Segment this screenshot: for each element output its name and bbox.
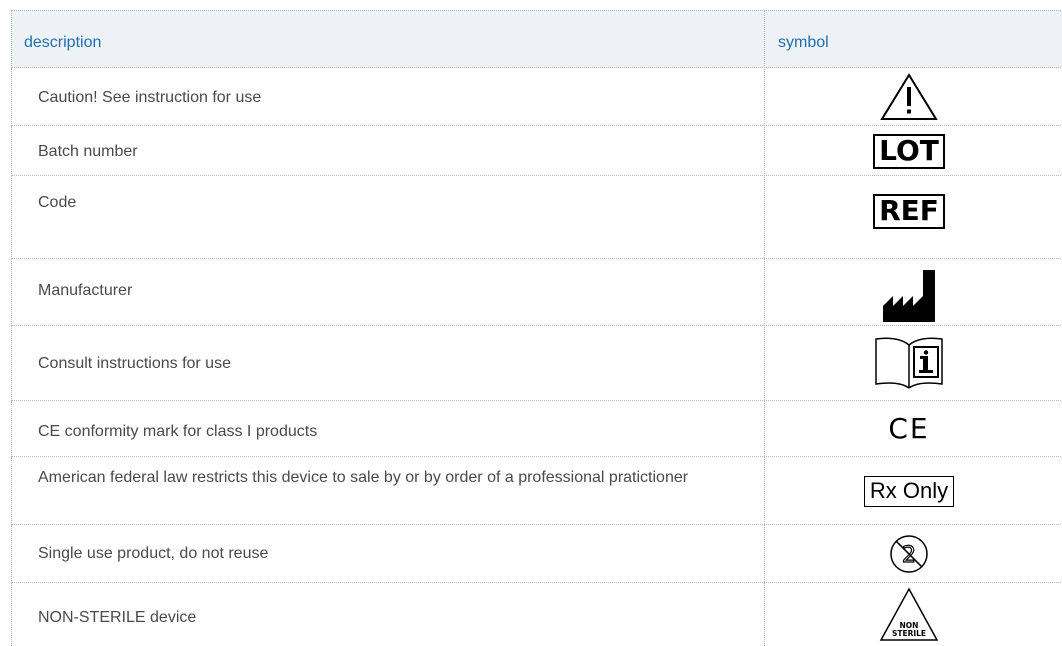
svg-text:2: 2 (902, 543, 916, 568)
rx-only-label: Rx Only (863, 475, 955, 507)
description-cell: Code (38, 194, 77, 211)
description-cell: American federal law restricts this devi… (38, 469, 689, 486)
ref-icon: REF (852, 184, 966, 238)
header-description: description (24, 34, 102, 51)
description-cell: Single use product, do not reuse (38, 545, 269, 562)
description-cell: Consult instructions for use (38, 355, 231, 372)
caution-warning-triangle-icon (852, 70, 966, 124)
header-symbol: symbol (778, 34, 829, 51)
description-cell: Manufacturer (38, 282, 133, 299)
manufacturer-factory-icon (852, 265, 966, 325)
description-cell: NON-STERILE device (38, 609, 197, 626)
non-sterile-line2: STERILE (892, 629, 926, 638)
rx-only-icon: Rx Only (852, 461, 966, 521)
non-sterile-triangle-icon: NON STERILE (852, 586, 966, 644)
description-cell: CE conformity mark for class I products (38, 423, 318, 440)
description-cell: Batch number (38, 143, 138, 160)
lot-label: LOT (873, 133, 945, 169)
ref-label: REF (873, 193, 945, 229)
table-header-row: description symbol (11, 10, 1062, 68)
column-separator (764, 10, 765, 646)
ce-mark-icon: CE (852, 403, 966, 455)
lot-icon: LOT (852, 128, 966, 174)
single-use-do-not-reuse-icon: 2 (852, 527, 966, 581)
symbols-table: description symbol Caution! See instruct… (0, 0, 1062, 646)
consult-instructions-book-icon (852, 330, 966, 392)
ce-label: CE (888, 412, 930, 445)
description-cell: Caution! See instruction for use (38, 89, 262, 106)
